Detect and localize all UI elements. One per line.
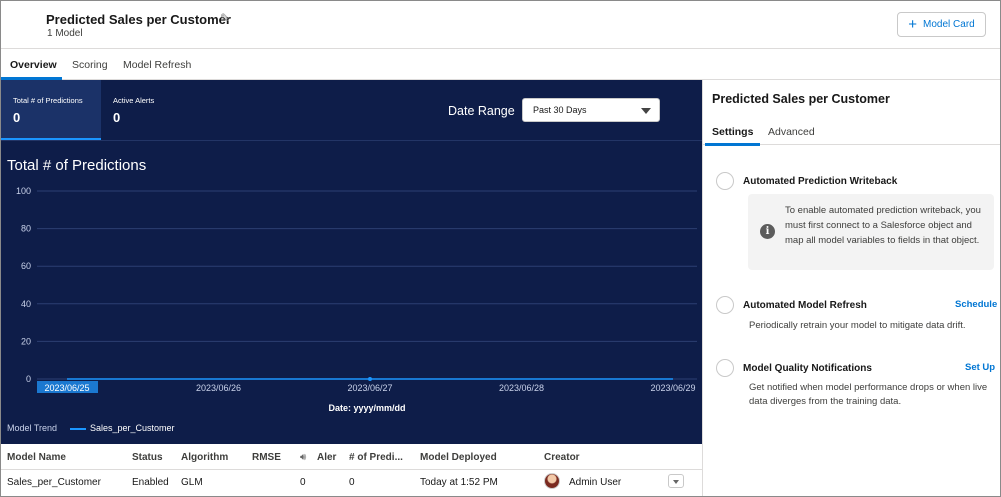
kpi-label: Total # of Predictions bbox=[13, 96, 83, 105]
model-count: 1 Model bbox=[47, 28, 83, 39]
kpi-value: 0 bbox=[113, 110, 121, 125]
kpi-value: 0 bbox=[13, 110, 21, 125]
x-tick-label: 2023/06/25 bbox=[44, 383, 89, 393]
alert-bell-icon: 🔊︎ bbox=[300, 452, 307, 463]
date-range-select[interactable]: Past 30 Days bbox=[522, 98, 660, 122]
predictions-chart: 0 20 40 60 80 100 2023/06/25 2023/06/26 2023/06/… bbox=[16, 186, 697, 413]
column-header-alerts[interactable]: Aler bbox=[317, 452, 336, 463]
model-quality-notifications-radio[interactable] bbox=[716, 359, 734, 377]
table-header: Model Name Status Algorithm RMSE 🔊︎ Aler… bbox=[1, 444, 702, 470]
y-tick-label: 80 bbox=[21, 224, 31, 234]
tab-settings[interactable]: Settings bbox=[712, 126, 753, 138]
cell-model-name[interactable]: Sales_per_Customer bbox=[7, 477, 101, 488]
column-header-status[interactable]: Status bbox=[132, 452, 163, 463]
chevron-down-icon bbox=[641, 108, 651, 114]
x-tick-label: 2023/06/29 bbox=[650, 383, 695, 393]
tab-model-refresh[interactable]: Model Refresh bbox=[123, 59, 191, 71]
kpi-label: Active Alerts bbox=[113, 96, 155, 105]
info-icon: i bbox=[760, 224, 775, 239]
y-tick-label: 40 bbox=[21, 299, 31, 309]
x-tick-label: 2023/06/26 bbox=[196, 383, 241, 393]
page-title: Predicted Sales per Customer bbox=[46, 12, 231, 27]
column-header-rmse[interactable]: RMSE bbox=[252, 452, 281, 463]
tab-overview[interactable]: Overview bbox=[10, 59, 57, 71]
y-tick-label: 100 bbox=[16, 186, 31, 196]
app-window: Predicted Sales per Customer ✎ 1 Model +… bbox=[0, 0, 1001, 497]
column-header-creator[interactable]: Creator bbox=[544, 452, 580, 463]
settings-panel: Predicted Sales per Customer Settings Ad… bbox=[702, 80, 1000, 496]
automated-model-refresh-radio[interactable] bbox=[716, 296, 734, 314]
x-tick-label: 2023/06/28 bbox=[499, 383, 544, 393]
option-title: Automated Model Refresh bbox=[743, 300, 867, 311]
overview-dashboard: Total # of Predictions 0 Active Alerts 0… bbox=[1, 80, 702, 444]
models-table: Model Name Status Algorithm RMSE 🔊︎ Aler… bbox=[1, 444, 702, 496]
divider bbox=[1, 140, 702, 141]
info-message: To enable automated prediction writeback… bbox=[785, 205, 981, 246]
page-header: Predicted Sales per Customer ✎ 1 Model +… bbox=[1, 1, 1000, 49]
cell-creator[interactable]: Admin User bbox=[569, 477, 621, 488]
legend-title: Model Trend bbox=[7, 423, 58, 433]
column-header-model-deployed[interactable]: Model Deployed bbox=[420, 452, 497, 463]
cell-algorithm: GLM bbox=[181, 477, 203, 488]
tab-scoring[interactable]: Scoring bbox=[72, 59, 108, 71]
panel-title: Predicted Sales per Customer bbox=[712, 92, 890, 106]
kpi-active-alerts[interactable]: Active Alerts 0 bbox=[101, 80, 191, 140]
cell-status: Enabled bbox=[132, 477, 169, 488]
kpi-total-predictions[interactable]: Total # of Predictions 0 bbox=[1, 80, 101, 140]
date-range-label: Date Range bbox=[448, 104, 515, 118]
main-tabs: Overview Scoring Model Refresh bbox=[1, 50, 1000, 80]
y-tick-label: 0 bbox=[26, 374, 31, 384]
automated-prediction-writeback-radio[interactable] bbox=[716, 172, 734, 190]
model-card-label: Model Card bbox=[923, 19, 975, 30]
schedule-link[interactable]: Schedule bbox=[955, 299, 997, 310]
option-description: Periodically retrain your model to mitig… bbox=[749, 320, 966, 331]
chart-title: Total # of Predictions bbox=[7, 157, 147, 174]
data-point bbox=[368, 377, 372, 381]
x-axis-label: Date: yyyy/mm/dd bbox=[328, 403, 405, 413]
column-header-predictions[interactable]: # of Predi... bbox=[349, 452, 403, 463]
cell-predictions: 0 bbox=[349, 477, 355, 488]
option-description: Get notified when model performance drop… bbox=[749, 382, 988, 407]
cell-deployed: Today at 1:52 PM bbox=[420, 477, 498, 488]
date-range-value: Past 30 Days bbox=[533, 105, 587, 115]
info-message-box: i To enable automated prediction writeba… bbox=[748, 194, 994, 270]
y-tick-label: 20 bbox=[21, 336, 31, 346]
plus-icon: + bbox=[908, 15, 918, 33]
y-tick-label: 60 bbox=[21, 261, 31, 271]
row-actions-dropdown[interactable] bbox=[668, 474, 684, 488]
column-header-algorithm[interactable]: Algorithm bbox=[181, 452, 228, 463]
active-tab-indicator bbox=[705, 143, 760, 146]
tab-advanced[interactable]: Advanced bbox=[768, 126, 815, 138]
legend-series-label[interactable]: Sales_per_Customer bbox=[90, 423, 175, 433]
avatar bbox=[544, 473, 560, 489]
cell-alerts: 0 bbox=[300, 477, 306, 488]
x-tick-label: 2023/06/27 bbox=[347, 383, 392, 393]
option-title: Model Quality Notifications bbox=[743, 363, 872, 374]
option-title: Automated Prediction Writeback bbox=[743, 176, 898, 187]
column-header-model-name[interactable]: Model Name bbox=[7, 452, 66, 463]
legend-swatch bbox=[70, 428, 86, 430]
edit-pencil-icon[interactable]: ✎ bbox=[220, 12, 232, 24]
set-up-link[interactable]: Set Up bbox=[965, 362, 995, 373]
model-card-button[interactable]: + Model Card bbox=[897, 12, 986, 37]
